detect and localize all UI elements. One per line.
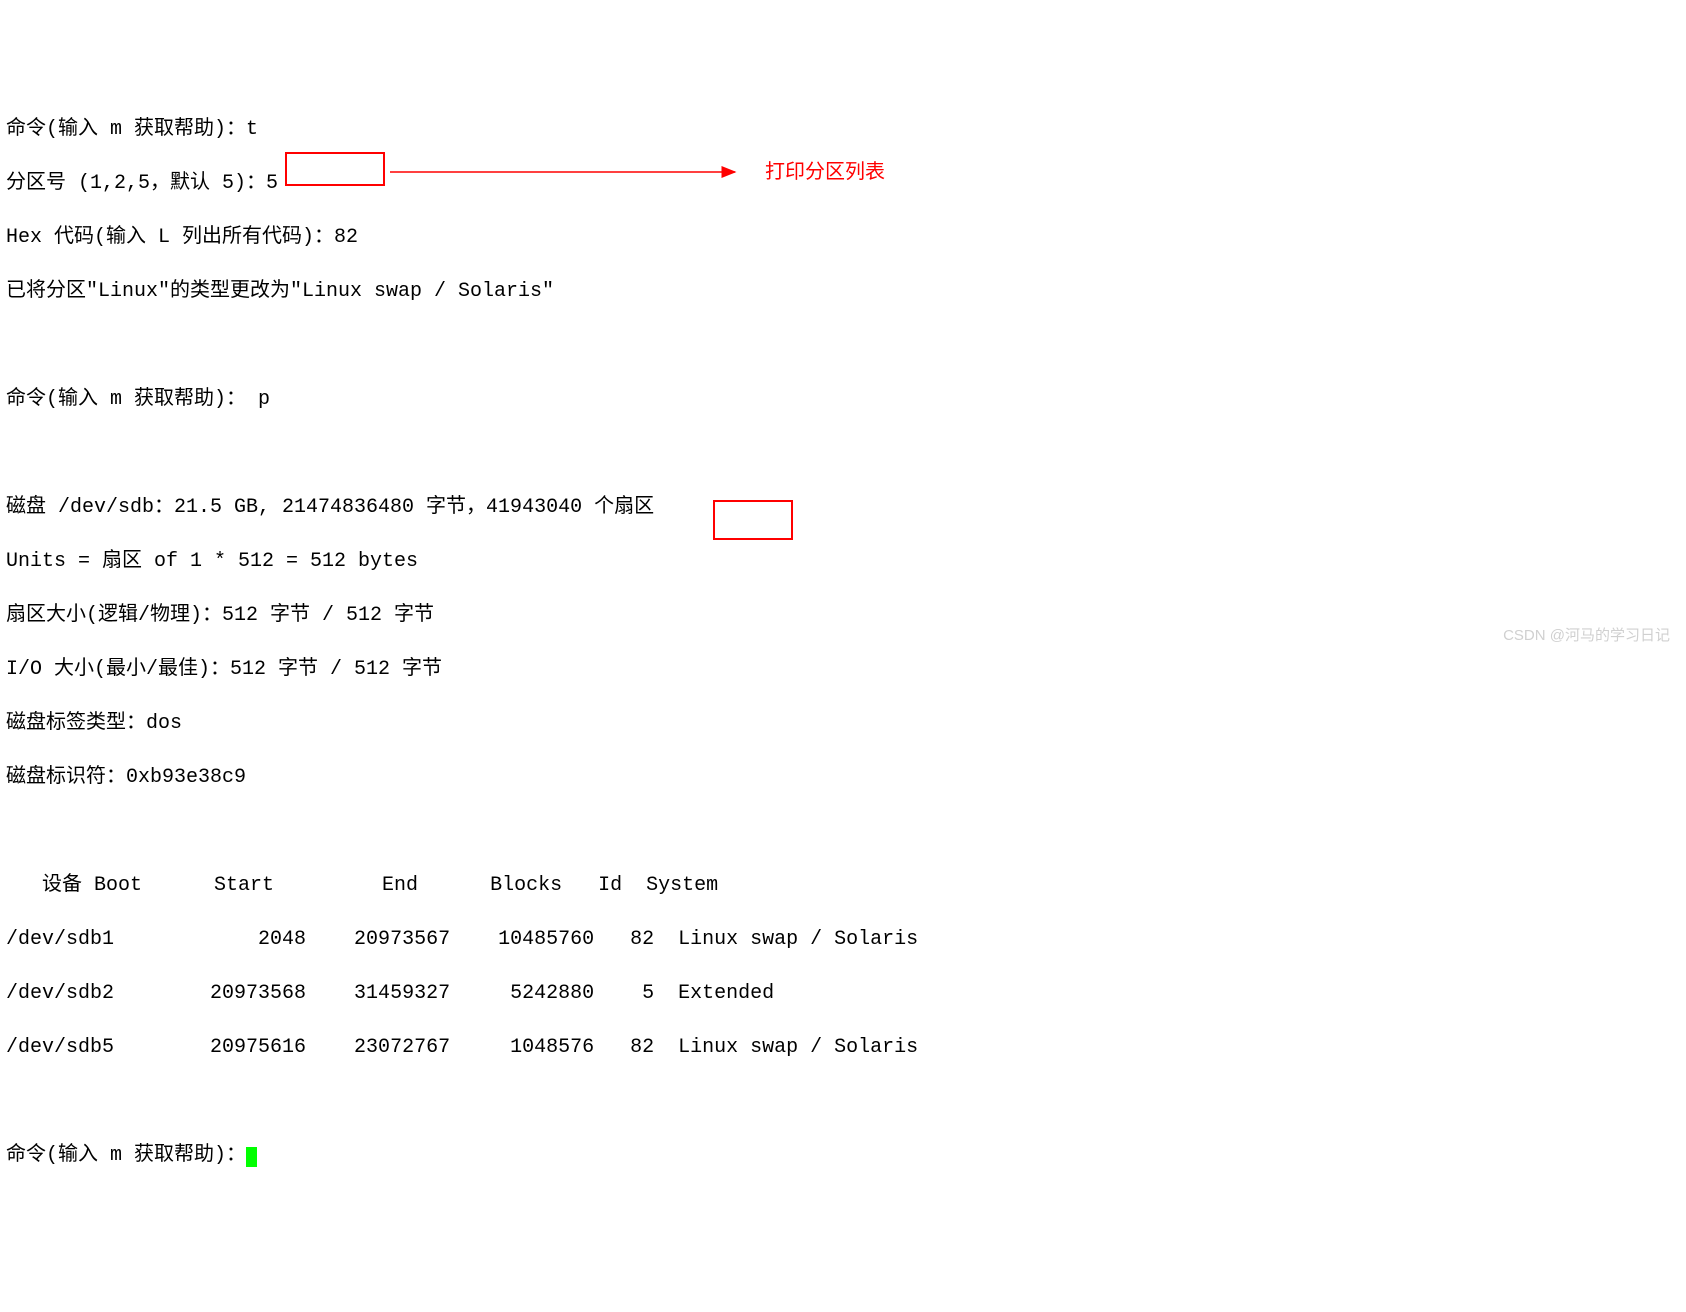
- terminal-line: 命令(输入 m 获取帮助)： p: [6, 386, 1680, 413]
- terminal-line: 扇区大小(逻辑/物理)：512 字节 / 512 字节: [6, 602, 1680, 629]
- disk-identifier: 磁盘标识符：0xb93e38c9: [6, 766, 246, 789]
- user-input: 82: [334, 226, 358, 249]
- units-info: Units = 扇区 of 1 * 512 = 512 bytes: [6, 550, 418, 573]
- terminal-line: 磁盘标识符：0xb93e38c9: [6, 764, 1680, 791]
- sector-size: 扇区大小(逻辑/物理)：512 字节 / 512 字节: [6, 604, 434, 627]
- annotation-label: 打印分区列表: [765, 159, 885, 186]
- partition-row: /dev/sdb2 20973568 31459327 5242880 5 Ex…: [6, 980, 1680, 1007]
- watermark-text: CSDN @河马的学习日记: [1503, 626, 1670, 646]
- cursor-icon[interactable]: [246, 1147, 257, 1167]
- disk-info: 磁盘 /dev/sdb：21.5 GB, 21474836480 字节，4194…: [6, 496, 654, 519]
- table-header-text: 设备 Boot Start End Blocks Id System: [6, 874, 718, 897]
- terminal-line: [6, 1088, 1680, 1115]
- terminal-line: [6, 440, 1680, 467]
- partition-row-text: /dev/sdb1 2048 20973567 10485760 82 Linu…: [6, 928, 918, 951]
- terminal-line: [6, 332, 1680, 359]
- terminal-line: 磁盘 /dev/sdb：21.5 GB, 21474836480 字节，4194…: [6, 494, 1680, 521]
- terminal-line: [6, 818, 1680, 845]
- partition-table-header: 设备 Boot Start End Blocks Id System: [6, 872, 1680, 899]
- user-input: 5: [266, 172, 278, 195]
- terminal-line: I/O 大小(最小/最佳)：512 字节 / 512 字节: [6, 656, 1680, 683]
- prompt-text: 命令(输入 m 获取帮助)：: [6, 118, 246, 141]
- terminal-line: Units = 扇区 of 1 * 512 = 512 bytes: [6, 548, 1680, 575]
- output-text: 已将分区"Linux"的类型更改为"Linux swap / Solaris": [6, 280, 554, 303]
- terminal-line: 命令(输入 m 获取帮助)：t: [6, 116, 1680, 143]
- partition-row: /dev/sdb1 2048 20973567 10485760 82 Linu…: [6, 926, 1680, 953]
- terminal-line: 已将分区"Linux"的类型更改为"Linux swap / Solaris": [6, 278, 1680, 305]
- partition-row-text: /dev/sdb2 20973568 31459327 5242880 5 Ex…: [6, 982, 774, 1005]
- terminal-line: 磁盘标签类型：dos: [6, 710, 1680, 737]
- user-input: p: [246, 388, 270, 411]
- partition-row: /dev/sdb5 20975616 23072767 1048576 82 L…: [6, 1034, 1680, 1061]
- terminal-line: 命令(输入 m 获取帮助)：: [6, 1142, 1680, 1169]
- prompt-text: Hex 代码(输入 L 列出所有代码)：: [6, 226, 334, 249]
- disk-label-type: 磁盘标签类型：dos: [6, 712, 182, 735]
- user-input: t: [246, 118, 258, 141]
- prompt-text: 命令(输入 m 获取帮助)：: [6, 1144, 246, 1167]
- prompt-text: 命令(输入 m 获取帮助)：: [6, 388, 246, 411]
- partition-row-text: /dev/sdb5 20975616 23072767 1048576 82 L…: [6, 1036, 918, 1059]
- prompt-text: 分区号 (1,2,5，默认 5)：: [6, 172, 266, 195]
- io-size: I/O 大小(最小/最佳)：512 字节 / 512 字节: [6, 658, 442, 681]
- terminal-line: Hex 代码(输入 L 列出所有代码)：82: [6, 224, 1680, 251]
